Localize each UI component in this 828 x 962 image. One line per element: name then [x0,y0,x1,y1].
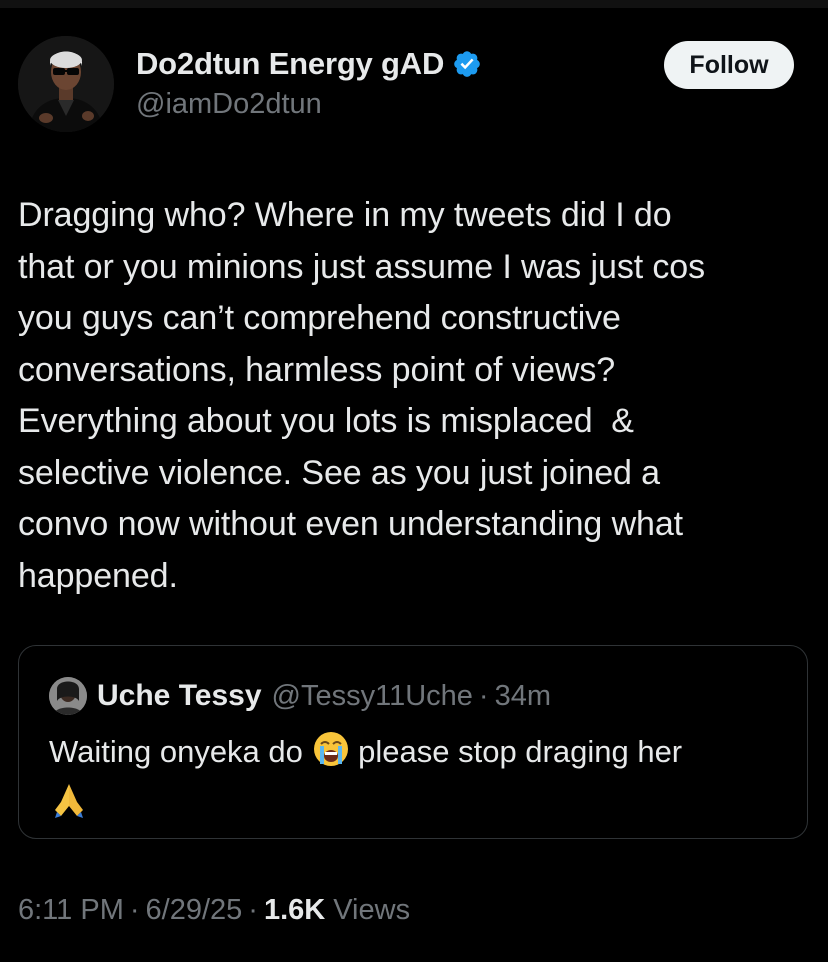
meta-separator: · [248,893,258,926]
tweet-line: you guys can’t comprehend constructive [18,299,621,337]
follow-button[interactable]: Follow [664,41,794,89]
loudly-crying-face-icon [312,730,350,780]
quoted-text-part-2: please stop draging her [349,734,683,769]
quoted-timestamp[interactable]: 34m [495,680,551,713]
tweet-meta-row: 6:11 PM · 6/29/25 · 1.6K Views [18,890,410,930]
quoted-tweet-card[interactable]: Uche Tessy @Tessy11Uche · 34m Waiting on… [18,645,808,839]
tweet-date[interactable]: 6/29/25 [146,894,243,927]
folded-hands-icon [49,780,89,832]
quoted-separator: · [478,679,489,712]
quoted-tweet-text: Waiting onyeka do please stop draging he… [49,730,789,832]
meta-separator: · [129,893,140,926]
views-count[interactable]: 1.6K [264,894,325,927]
author-handle[interactable]: @iamDo2dtun [136,88,322,121]
tweet-line: conversations, harmless point of views? [18,350,616,389]
author-name-row: Do2dtun Energy gAD [136,44,482,84]
views-label: Views [333,893,411,926]
quoted-author-name[interactable]: Uche Tessy [97,679,262,713]
quoted-author-avatar[interactable] [49,677,87,715]
quoted-author-handle[interactable]: @Tessy11Uche [272,680,473,713]
tweet-line: Dragging who? Where in my tweets did I d… [18,196,672,234]
quoted-tweet-header: Uche Tessy @Tessy11Uche · 34m [49,676,551,716]
tweet-line: convo now without even understanding wha… [18,505,684,543]
top-edge-bar [0,0,828,8]
author-avatar[interactable] [18,36,114,132]
tweet-line: happened. [18,556,178,595]
tweet-text: Dragging who? Where in my tweets did I d… [18,190,818,602]
tweet-line: Everything about you lots is misplaced & [18,402,634,440]
tweet-time[interactable]: 6:11 PM [18,894,124,927]
quoted-text-part-1: Waiting onyeka do [49,734,312,769]
author-display-name[interactable]: Do2dtun Energy gAD [136,46,444,82]
tweet-line: selective violence. See as you just join… [18,453,660,492]
tweet-line: that or you minions just assume I was ju… [18,247,706,286]
verified-badge-icon [452,49,482,79]
